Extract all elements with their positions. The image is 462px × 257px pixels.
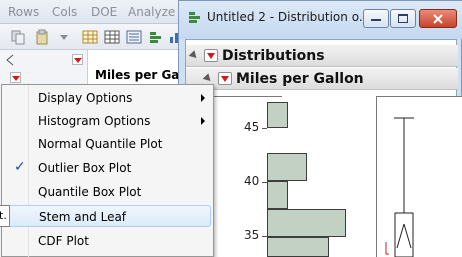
maximize-icon <box>398 14 408 23</box>
table-red-triangle[interactable] <box>72 54 83 65</box>
menu-item-outlier-box-plot[interactable]: ✓ Outlier Box Plot <box>4 157 211 179</box>
outlier-box-plot[interactable] <box>376 96 462 257</box>
data-table-icon[interactable] <box>82 29 98 45</box>
menu-item-label: Histogram Options <box>38 114 151 128</box>
menu-item-label: Outlier Box Plot <box>38 161 132 175</box>
dropdown-arrow-icon[interactable] <box>56 29 72 45</box>
submenu-arrow-icon <box>201 94 205 102</box>
collapse-arrow-icon[interactable] <box>4 54 16 66</box>
distribution-window-icon <box>189 12 200 23</box>
y-tick-label: 40 <box>244 174 260 188</box>
paste-icon[interactable] <box>34 29 50 45</box>
minimize-button[interactable] <box>363 9 389 28</box>
menu-doe[interactable]: DOE <box>91 5 117 19</box>
variable-title: Miles per Gallon <box>236 71 364 87</box>
list-icon[interactable] <box>126 29 142 45</box>
distributions-outline[interactable]: Distributions <box>186 45 458 67</box>
columns-red-triangle[interactable] <box>10 72 21 83</box>
menu-item-normal-quantile-plot[interactable]: Normal Quantile Plot <box>4 133 211 155</box>
menu-rows[interactable]: Rows <box>8 5 39 19</box>
distributions-red-triangle[interactable] <box>204 49 218 62</box>
close-icon <box>433 14 443 24</box>
menu-item-label: CDF Plot <box>38 234 89 248</box>
menu-item-stem-and-leaf[interactable]: Stem and Leaf <box>4 205 211 227</box>
minimize-icon <box>371 19 381 21</box>
menu-item-quantile-box-plot[interactable]: Quantile Box Plot <box>4 181 211 203</box>
menu-cols[interactable]: Cols <box>52 5 77 19</box>
menu-analyze[interactable]: Analyze <box>128 5 175 19</box>
menu-item-label: Stem and Leaf <box>39 210 127 224</box>
red-triangle-context-menu: Display Options Histogram Options Normal… <box>1 84 214 257</box>
menu-item-label: Display Options <box>38 91 133 105</box>
title-bar[interactable]: Untitled 2 - Distribution o... <box>179 1 462 39</box>
window-title: Untitled 2 - Distribution o... <box>207 10 371 24</box>
y-tick-mark <box>262 128 267 129</box>
variable-outline[interactable]: Miles per Gallon <box>186 68 458 90</box>
grid-icon[interactable] <box>104 29 120 45</box>
menu-item-histogram-options[interactable]: Histogram Options <box>4 110 211 132</box>
histogram-bar[interactable] <box>267 237 329 257</box>
variable-red-triangle[interactable] <box>218 72 232 85</box>
close-button[interactable] <box>419 9 457 28</box>
menu-item-cdf-plot[interactable]: CDF Plot <box>4 230 211 252</box>
histogram-bar[interactable] <box>267 102 288 128</box>
submenu-arrow-icon <box>201 117 205 125</box>
screen: Rows Cols DOE Analyze Miles per Gallo Un… <box>0 0 462 257</box>
menu-item-display-options[interactable]: Display Options <box>4 87 211 109</box>
distributions-title: Distributions <box>222 48 325 64</box>
maximize-button[interactable] <box>390 9 416 28</box>
copy-icon[interactable] <box>10 29 26 45</box>
disclosure-icon[interactable] <box>202 73 214 84</box>
menu-item-label: Quantile Box Plot <box>38 185 142 199</box>
disclosure-icon[interactable] <box>188 50 200 61</box>
y-tick-label: 45 <box>244 120 260 134</box>
menu-item-label: Normal Quantile Plot <box>38 137 163 151</box>
tooltip: t. <box>0 205 10 227</box>
checkmark-icon: ✓ <box>14 159 26 175</box>
histogram-bar[interactable] <box>267 153 307 181</box>
histogram-bar[interactable] <box>267 181 288 209</box>
distribution-icon[interactable] <box>148 29 164 45</box>
y-tick-label: 35 <box>244 228 260 242</box>
histogram-bar[interactable] <box>267 209 346 237</box>
